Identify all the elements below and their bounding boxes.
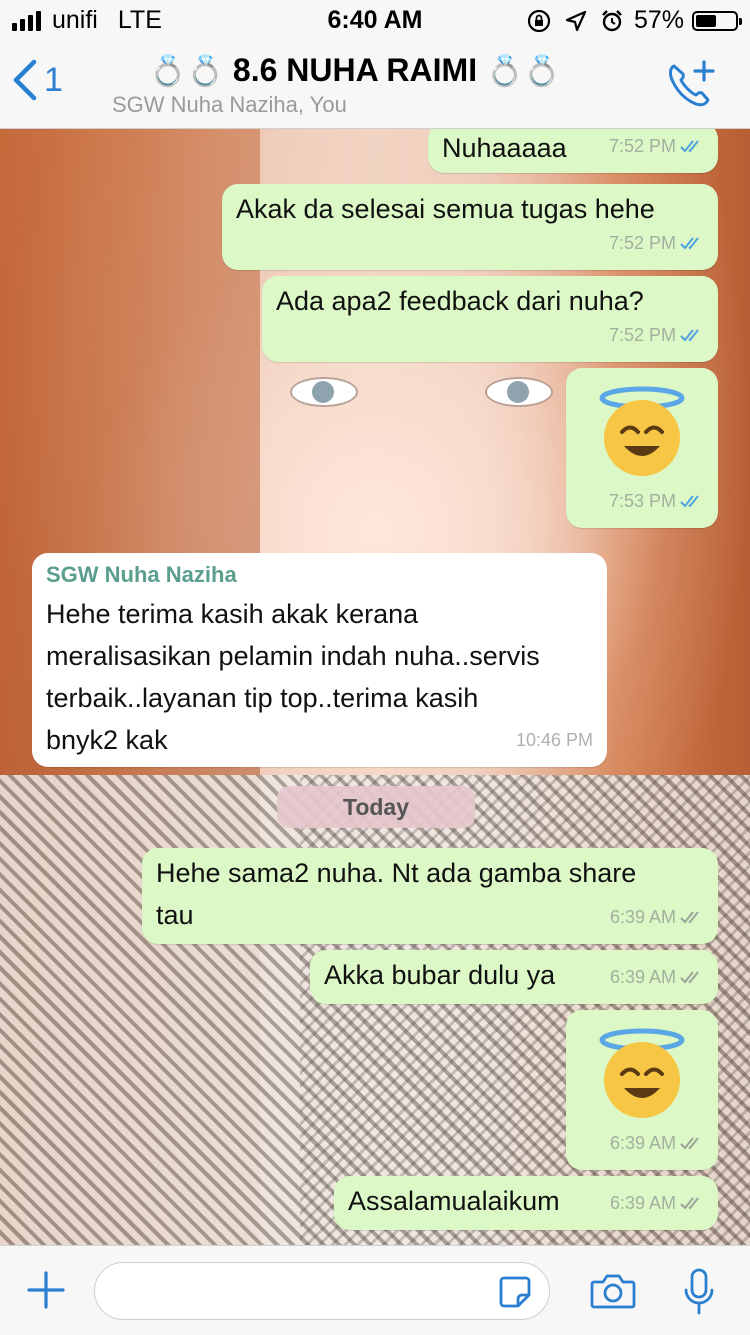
add-call-button[interactable]	[664, 58, 716, 115]
message-meta: 7:52 PM	[609, 129, 704, 167]
delivered-ticks-icon	[680, 971, 699, 984]
unread-count: 1	[44, 60, 63, 99]
battery-fill	[696, 14, 716, 27]
message-line: Hehe terima kasih akak kerana	[46, 599, 419, 629]
sticker-icon	[499, 1276, 531, 1308]
message-meta: 6:39 AM	[610, 1122, 704, 1164]
message-input[interactable]	[94, 1262, 550, 1320]
message-meta: 7:52 PM	[609, 222, 704, 264]
read-ticks-icon	[680, 237, 699, 250]
battery-icon	[692, 10, 742, 31]
camera-icon	[590, 1274, 636, 1309]
rotation-lock-icon	[527, 9, 551, 32]
message-time: 6:39 AM	[609, 1133, 676, 1153]
alarm-clock-icon	[602, 9, 622, 31]
wallpaper-eye	[290, 377, 358, 407]
ring-emoji-icon: 💍💍	[149, 55, 225, 88]
read-ticks-icon	[680, 495, 699, 508]
message-bubble-outgoing[interactable]: Akka bubar dulu ya 6:39 AM	[310, 950, 718, 1004]
message-meta: 6:39 AM	[610, 956, 704, 998]
message-time: 6:39 AM	[609, 1193, 676, 1213]
status-bar: unifi LTE 6:40 AM 57%	[0, 0, 750, 40]
battery-percent: 57%	[633, 6, 684, 34]
chevron-left-icon	[13, 59, 37, 101]
message-line: meralisasikan pelamin indah nuha..servis	[46, 641, 540, 671]
sender-name: SGW Nuha Naziha	[46, 562, 237, 587]
message-meta: 7:53 PM	[609, 480, 704, 522]
message-bubble-outgoing-emoji[interactable]: 7:53 PM	[566, 368, 718, 528]
message-bubble-outgoing[interactable]: Hehe sama2 nuha. Nt ada gamba share tau …	[142, 848, 718, 944]
group-members[interactable]: SGW Nuha Naziha, You	[112, 92, 347, 118]
chat-area[interactable]: Nuhaaaaa 7:52 PM Akak da selesai semua t…	[0, 129, 750, 1245]
message-text: Hehe terima kasih akak kerana meralisasi…	[46, 593, 593, 761]
message-time: 7:52 PM	[608, 325, 676, 345]
attach-button[interactable]	[26, 1270, 66, 1315]
message-time: 7:52 PM	[608, 136, 676, 156]
message-bubble-outgoing-emoji[interactable]: 6:39 AM	[566, 1010, 718, 1170]
message-meta: 7:52 PM	[609, 314, 704, 356]
message-time: 6:39 AM	[609, 907, 676, 927]
message-bubble-outgoing[interactable]: Nuhaaaaa 7:52 PM	[428, 129, 718, 173]
microphone-button[interactable]	[682, 1268, 716, 1321]
read-ticks-icon	[680, 329, 699, 342]
message-line: Hehe sama2 nuha. Nt ada gamba share	[156, 858, 637, 888]
message-bubble-incoming[interactable]: SGW Nuha Naziha Hehe terima kasih akak k…	[32, 553, 607, 767]
plus-icon	[27, 1271, 65, 1309]
wallpaper-eye	[485, 377, 553, 407]
message-time: 6:39 AM	[609, 967, 676, 987]
message-line: bnyk2 kak	[46, 725, 168, 755]
message-bubble-outgoing[interactable]: Akak da selesai semua tugas hehe 7:52 PM	[222, 184, 718, 270]
message-time: 7:53 PM	[608, 491, 676, 511]
chat-header: 1 💍💍 8.6 NUHA RAIMI 💍💍 SGW Nuha Naziha, …	[0, 40, 750, 129]
message-meta: 6:39 AM	[610, 896, 704, 938]
message-time: 10:46 PM	[515, 730, 593, 750]
smiling-face-with-halo-icon	[599, 1028, 685, 1118]
message-input-bar	[0, 1245, 750, 1335]
delivered-ticks-icon	[680, 1137, 699, 1150]
delivered-ticks-icon	[680, 911, 699, 924]
sticker-button[interactable]	[498, 1275, 532, 1314]
phone-plus-icon	[669, 60, 715, 107]
back-button[interactable]: 1	[12, 58, 63, 102]
group-name: 8.6 NUHA RAIMI	[232, 52, 478, 88]
group-title[interactable]: 💍💍 8.6 NUHA RAIMI 💍💍	[110, 52, 600, 89]
delivered-ticks-icon	[680, 1197, 699, 1210]
message-line: terbaik..layanan tip top..terima kasih	[46, 683, 479, 713]
message-time: 7:52 PM	[608, 233, 676, 253]
location-arrow-icon	[565, 10, 587, 31]
message-meta: 10:46 PM	[516, 719, 593, 761]
read-ticks-icon	[680, 140, 699, 153]
microphone-icon	[684, 1268, 714, 1315]
camera-button[interactable]	[590, 1272, 636, 1315]
message-bubble-outgoing[interactable]: Assalamualaikum 6:39 AM	[334, 1176, 718, 1230]
ring-emoji-icon: 💍💍	[485, 55, 561, 88]
smiling-face-with-halo-icon	[599, 386, 685, 476]
message-bubble-outgoing[interactable]: Ada apa2 feedback dari nuha? 7:52 PM	[262, 276, 718, 362]
message-meta: 6:39 AM	[610, 1182, 704, 1224]
date-divider: Today	[277, 786, 475, 828]
status-right: 57%	[526, 6, 742, 35]
